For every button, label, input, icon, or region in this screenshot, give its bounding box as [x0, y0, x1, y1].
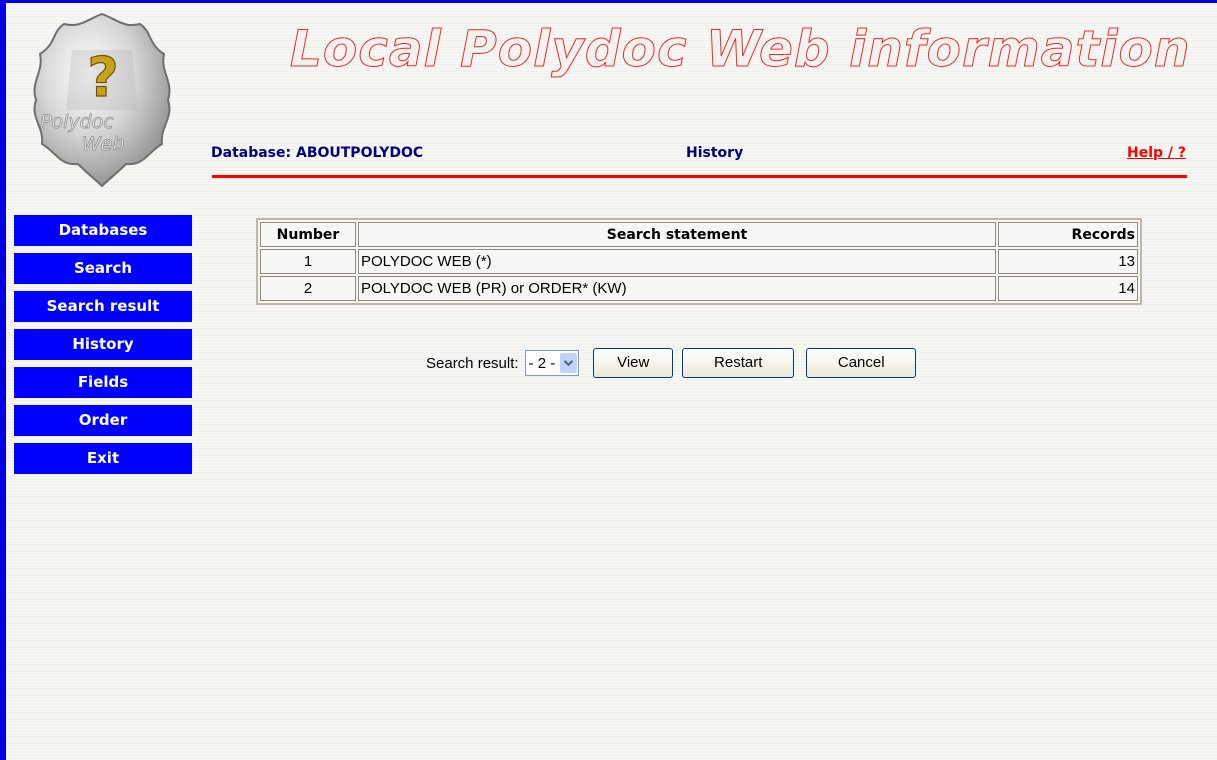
row-number: 1: [260, 249, 356, 274]
nav-search-result-button[interactable]: Search result: [14, 291, 192, 322]
row-search-statement: POLYDOC WEB (*): [358, 249, 996, 274]
nav-databases-button[interactable]: Databases: [14, 215, 192, 246]
nav-fields-button[interactable]: Fields: [14, 367, 192, 398]
polydoc-logo: ? Polydoc Web: [28, 10, 176, 188]
column-header-number: Number: [260, 222, 356, 247]
help-link[interactable]: Help / ?: [1127, 145, 1186, 161]
database-label: Database: ABOUTPOLYDOC: [211, 145, 424, 161]
search-result-label: Search result:: [426, 354, 519, 372]
logo-text-web: Web: [82, 133, 125, 155]
search-result-select[interactable]: - 2 -: [524, 350, 580, 376]
table-row: 1 POLYDOC WEB (*) 13: [260, 249, 1138, 274]
row-search-statement: POLYDOC WEB (PR) or ORDER* (KW): [358, 276, 996, 301]
svg-text:?: ?: [87, 46, 118, 109]
cancel-button[interactable]: Cancel: [806, 348, 917, 378]
column-header-search-statement: Search statement: [358, 222, 996, 247]
sidebar-nav: Databases Search Search result History F…: [14, 215, 192, 481]
history-table: Number Search statement Records 1 POLYDO…: [256, 218, 1142, 305]
row-number: 2: [260, 276, 356, 301]
table-header-row: Number Search statement Records: [260, 222, 1138, 247]
table-row: 2 POLYDOC WEB (PR) or ORDER* (KW) 14: [260, 276, 1138, 301]
chevron-down-icon[interactable]: [560, 353, 578, 373]
search-result-selected-value: - 2 -: [528, 354, 556, 372]
search-result-form: Search result: - 2 - View Restart Cancel: [426, 348, 917, 378]
view-button[interactable]: View: [593, 348, 674, 378]
column-header-records: Records: [998, 222, 1138, 247]
row-records: 14: [998, 276, 1138, 301]
window-top-border: [0, 0, 1217, 3]
window-left-border: [0, 0, 6, 760]
header-divider: [212, 175, 1187, 178]
banner-title: Local Polydoc Web information: [290, 20, 1191, 79]
restart-button[interactable]: Restart: [682, 348, 795, 378]
row-records: 13: [998, 249, 1138, 274]
logo-text-polydoc: Polydoc: [40, 111, 114, 133]
nav-order-button[interactable]: Order: [14, 405, 192, 436]
page-title: History: [686, 145, 744, 161]
nav-history-button[interactable]: History: [14, 329, 192, 360]
nav-search-button[interactable]: Search: [14, 253, 192, 284]
nav-exit-button[interactable]: Exit: [14, 443, 192, 474]
